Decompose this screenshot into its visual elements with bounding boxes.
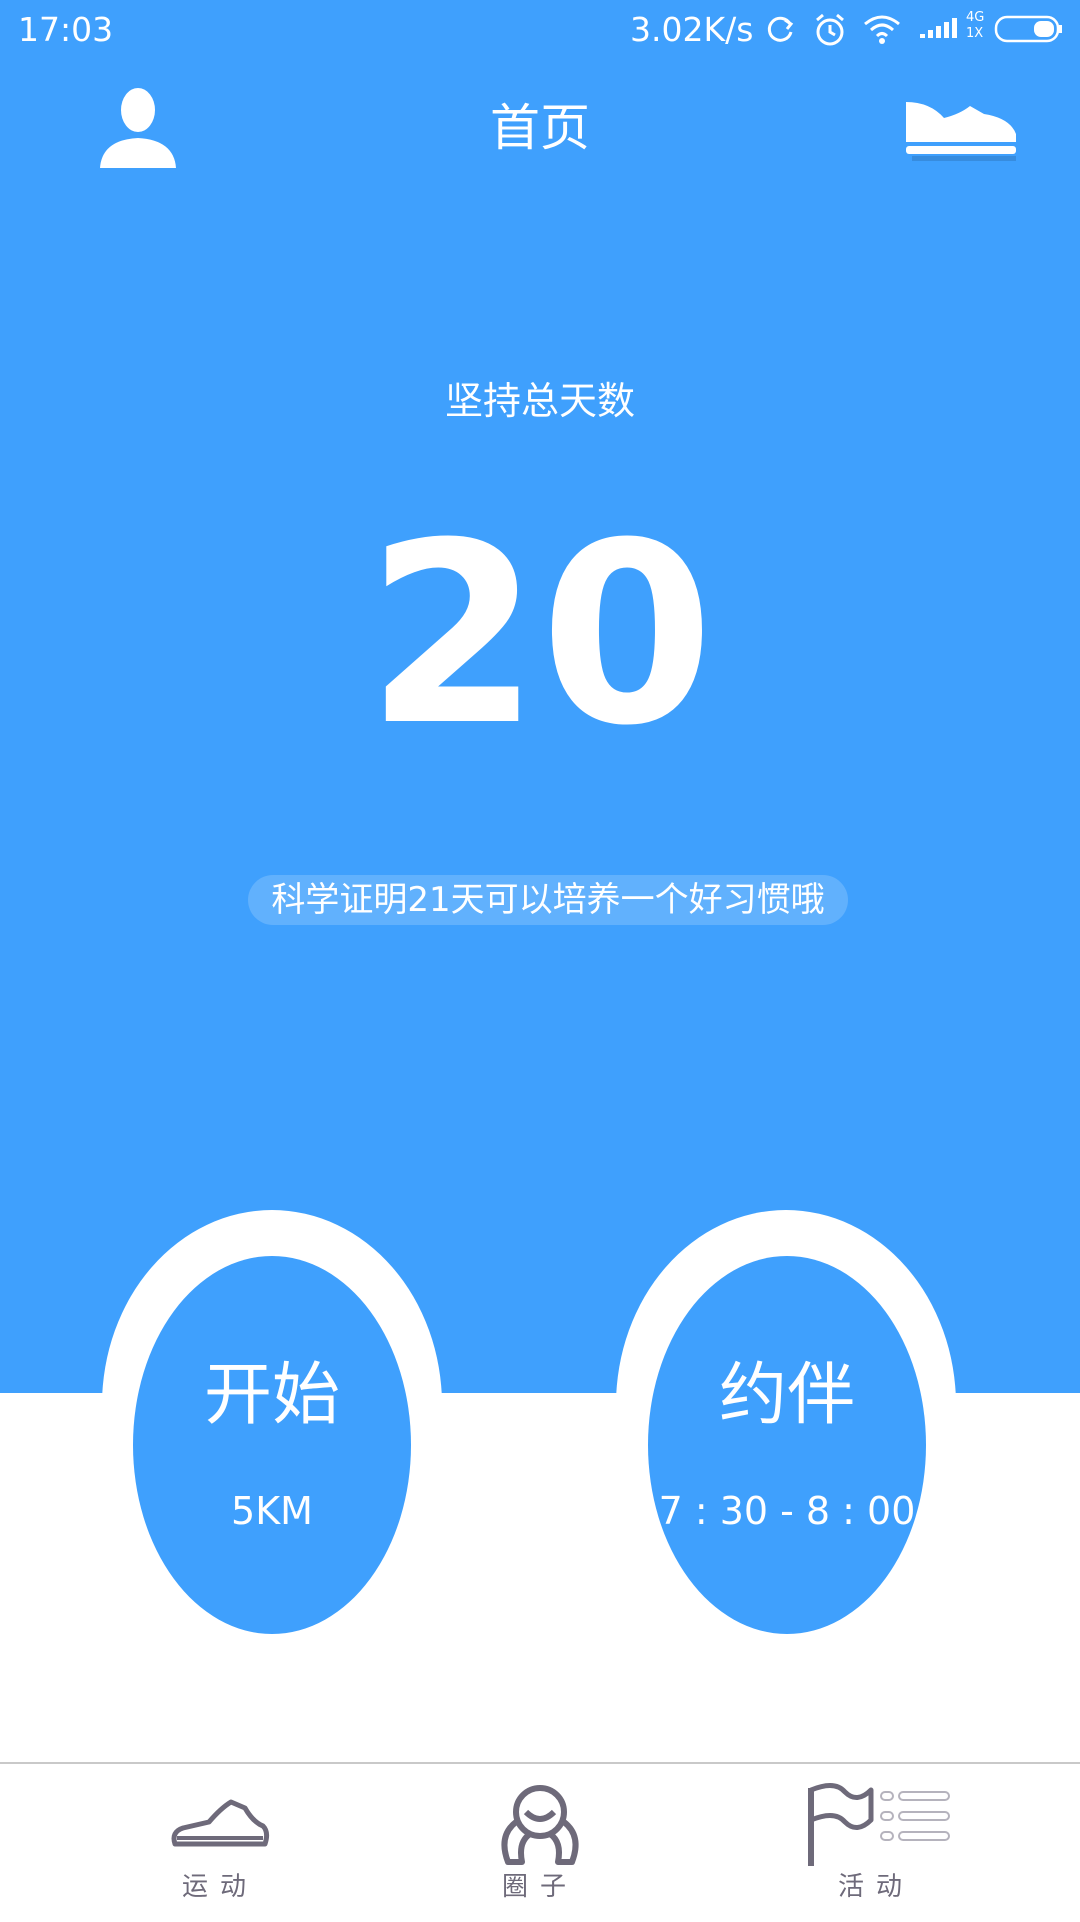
total-days-label: 坚持总天数 bbox=[444, 379, 635, 423]
flag-icon bbox=[801, 1782, 951, 1872]
shoe-icon bbox=[906, 102, 1016, 161]
total-days-value: 20 bbox=[366, 489, 714, 780]
nav-item-activity[interactable]: 活动 bbox=[756, 1764, 996, 1922]
start-run-label: 开始 bbox=[203, 1356, 340, 1435]
status-bar: 17:03 3.02K/s 4G 1X bbox=[0, 0, 1080, 62]
find-partner-time: 7 : 30 - 8 : 00 bbox=[658, 1489, 916, 1533]
wifi-icon bbox=[862, 12, 902, 50]
battery-icon bbox=[994, 14, 1064, 48]
nav-label-circle: 圈子 bbox=[501, 1872, 578, 1902]
habit-tip: 科学证明21天可以培养一个好习惯哦 bbox=[248, 875, 848, 925]
nav-item-sport[interactable]: 运动 bbox=[100, 1764, 340, 1922]
start-run-button[interactable]: 开始 5KM bbox=[133, 1256, 411, 1634]
start-run-distance: 5KM bbox=[231, 1489, 313, 1533]
status-time: 17:03 bbox=[18, 10, 114, 49]
nav-item-circle[interactable]: 圈子 bbox=[420, 1764, 660, 1922]
find-partner-label: 约伴 bbox=[718, 1356, 855, 1435]
nav-label-activity: 活动 bbox=[837, 1872, 914, 1902]
network-type-label: 4G 1X bbox=[966, 10, 985, 41]
signal-icon bbox=[918, 12, 960, 50]
sync-icon bbox=[763, 12, 797, 50]
alarm-icon bbox=[812, 12, 848, 52]
bottom-navigation: 运动 圈子 活动 bbox=[0, 1762, 1080, 1922]
shoe-button[interactable] bbox=[900, 92, 1020, 164]
status-network-speed: 3.02K/s bbox=[630, 10, 754, 49]
nav-label-sport: 运动 bbox=[181, 1872, 258, 1902]
find-partner-button[interactable]: 约伴 7 : 30 - 8 : 00 bbox=[648, 1256, 926, 1634]
sneaker-icon bbox=[165, 1782, 275, 1866]
circle-group-icon bbox=[490, 1782, 590, 1878]
